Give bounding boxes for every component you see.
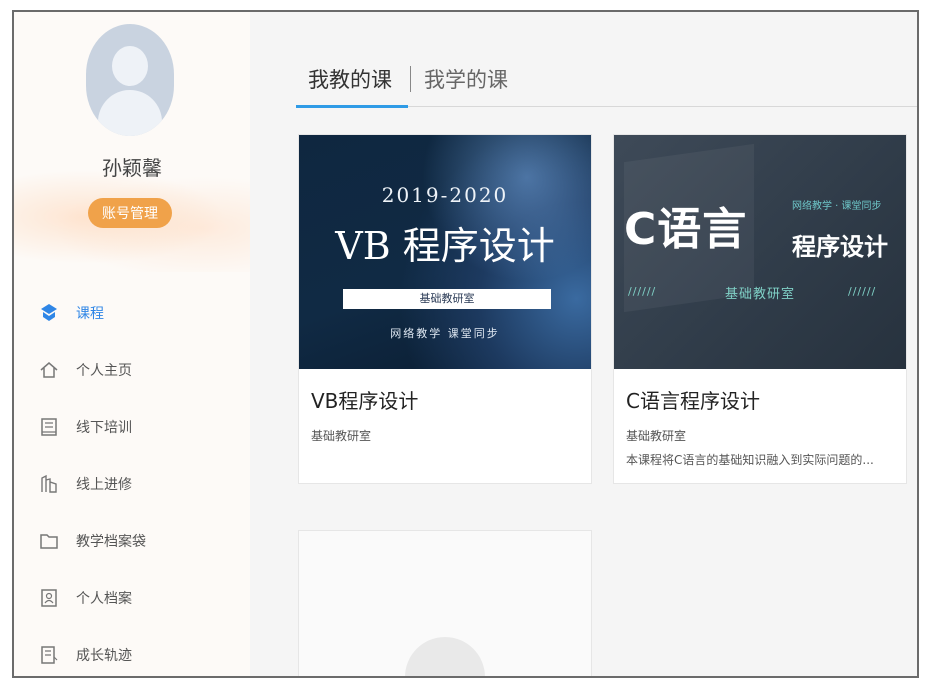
cover-department-bar: 基础教研室 <box>343 289 551 309</box>
tab-teaching-courses[interactable]: 我教的课 <box>308 64 392 94</box>
course-department: 基础教研室 <box>626 429 687 443</box>
add-course-icon <box>405 637 485 676</box>
add-course-card[interactable] <box>298 530 592 676</box>
sidebar-item-home[interactable]: 个人主页 <box>14 341 250 398</box>
cover-dashes-right: ////// <box>848 285 877 298</box>
sidebar-item-label: 课程 <box>76 305 104 322</box>
sidebar-item-online-study[interactable]: 线上进修 <box>14 455 250 512</box>
sidebar-item-offline-training[interactable]: 线下培训 <box>14 398 250 455</box>
sidebar-item-growth-track[interactable]: 成长轨迹 <box>14 626 250 676</box>
sidebar-nav: 课程 个人主页 线下培训 线上进修 教学档案袋 个人档案 成长轨迹 <box>14 284 250 676</box>
course-cover-vb: 2019-2020 VB 程序设计 基础教研室 网络教学 课堂同步 <box>299 135 591 369</box>
course-card-c[interactable]: C语言 网络教学 · 课堂同步 程序设计 ////// 基础教研室 //////… <box>613 134 907 484</box>
course-cover-c: C语言 网络教学 · 课堂同步 程序设计 ////// 基础教研室 ////// <box>614 135 906 369</box>
sidebar-item-label: 线下培训 <box>76 419 132 436</box>
cover-title: VB 程序设计 <box>335 224 555 268</box>
cover-title: C语言 <box>624 204 748 255</box>
course-title: VB程序设计 <box>311 389 419 413</box>
main-content: 我教的课 我学的课 2019-2020 VB 程序设计 基础教研室 网络教学 课… <box>250 12 917 676</box>
avatar-shoulders <box>98 90 162 136</box>
cover-tags: 网络教学 · 课堂同步 <box>792 201 882 212</box>
home-icon <box>36 357 62 383</box>
sidebar-item-label: 成长轨迹 <box>76 647 132 664</box>
sidebar-item-course[interactable]: 课程 <box>14 284 250 341</box>
cover-year: 2019-2020 <box>381 183 509 207</box>
user-avatar[interactable] <box>86 24 174 136</box>
tab-separator <box>410 66 411 92</box>
offline-training-icon <box>36 414 62 440</box>
course-title: C语言程序设计 <box>626 389 760 413</box>
course-icon <box>36 300 62 326</box>
avatar-head <box>112 46 148 86</box>
course-card-vb[interactable]: 2019-2020 VB 程序设计 基础教研室 网络教学 课堂同步 VB程序设计… <box>298 134 592 484</box>
sidebar-item-label: 教学档案袋 <box>76 533 146 550</box>
app-frame: 孙颖馨 账号管理 课程 个人主页 线下培训 线上进修 教学档案袋 个人档案 成长… <box>12 10 919 678</box>
username: 孙颖馨 <box>102 156 162 180</box>
course-tabs: 我教的课 我学的课 <box>296 54 917 108</box>
tab-learning-courses[interactable]: 我学的课 <box>424 64 508 94</box>
sidebar-item-label: 线上进修 <box>76 476 132 493</box>
sidebar-item-label: 个人主页 <box>76 362 132 379</box>
cover-subtitle: 程序设计 <box>792 233 888 261</box>
sidebar-item-personal-profile[interactable]: 个人档案 <box>14 569 250 626</box>
folder-icon <box>36 528 62 554</box>
account-management-button[interactable]: 账号管理 <box>88 198 172 228</box>
course-description: 本课程将C语言的基础知识融入到实际问题的... <box>626 453 874 467</box>
sidebar-item-label: 个人档案 <box>76 590 132 607</box>
course-department: 基础教研室 <box>311 429 372 443</box>
growth-track-icon <box>36 642 62 668</box>
cover-tags: 网络教学 课堂同步 <box>390 327 500 340</box>
profile-icon <box>36 585 62 611</box>
active-tab-underline <box>296 105 408 108</box>
sidebar: 孙颖馨 账号管理 课程 个人主页 线下培训 线上进修 教学档案袋 个人档案 成长… <box>14 12 250 676</box>
sidebar-item-teaching-portfolio[interactable]: 教学档案袋 <box>14 512 250 569</box>
online-study-icon <box>36 471 62 497</box>
